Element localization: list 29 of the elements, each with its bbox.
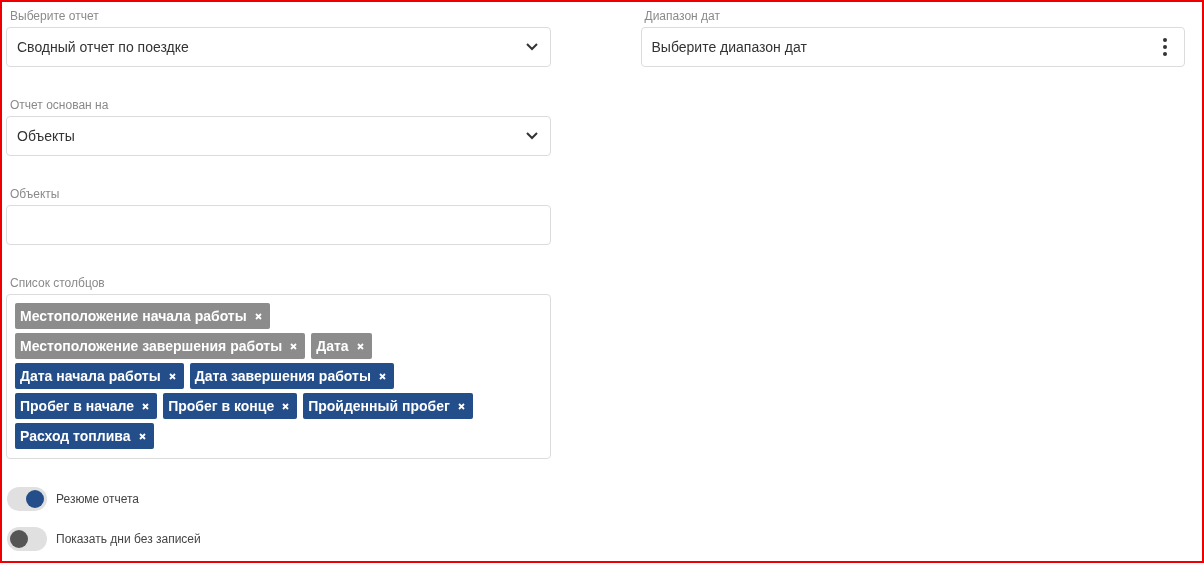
column-tag[interactable]: Дата начала работы (15, 363, 184, 389)
select-field[interactable]: Объекты (6, 116, 551, 156)
close-icon[interactable] (142, 402, 150, 410)
close-icon[interactable] (138, 432, 146, 440)
close-icon[interactable] (378, 372, 386, 380)
column-tag[interactable]: Пробег в конце (163, 393, 298, 419)
chevron-down-icon (525, 132, 538, 140)
column-tag[interactable]: Пробег в начале (15, 393, 158, 419)
column-tag[interactable]: Расход топлива (15, 423, 154, 449)
tags-field[interactable]: Местоположение начала работы Местоположение завершения работы Дата Дата начала работы Дата завершения работы Пробег в начале Пробег в конце Пройденный пробег Расход топлива (6, 294, 551, 459)
chevron-down-icon (525, 43, 538, 51)
toggle-switch[interactable] (7, 527, 47, 551)
input-field[interactable] (6, 205, 551, 245)
close-icon[interactable] (168, 372, 176, 380)
field-label: Диапазон дат (643, 8, 721, 25)
close-icon[interactable] (282, 402, 290, 410)
toggle-label: Резюме отчета (56, 492, 139, 506)
select-field[interactable]: Сводный отчет по поездке (6, 27, 551, 67)
field-label: Выберите отчет (9, 8, 100, 25)
column-tag[interactable]: Дата завершения работы (189, 363, 394, 389)
field-label: Отчет основан на (9, 97, 110, 114)
more-vertical-icon[interactable] (1163, 38, 1167, 56)
field-label: Список столбцов (9, 275, 106, 292)
field-label: Объекты (9, 186, 61, 203)
column-tag[interactable]: Пройденный пробег (303, 393, 473, 419)
date-range-field[interactable]: Выберите диапазон дат (640, 27, 1185, 67)
toggle-switch[interactable] (7, 487, 47, 511)
close-icon[interactable] (457, 402, 465, 410)
toggle-label: Показать дни без записей (56, 532, 201, 546)
